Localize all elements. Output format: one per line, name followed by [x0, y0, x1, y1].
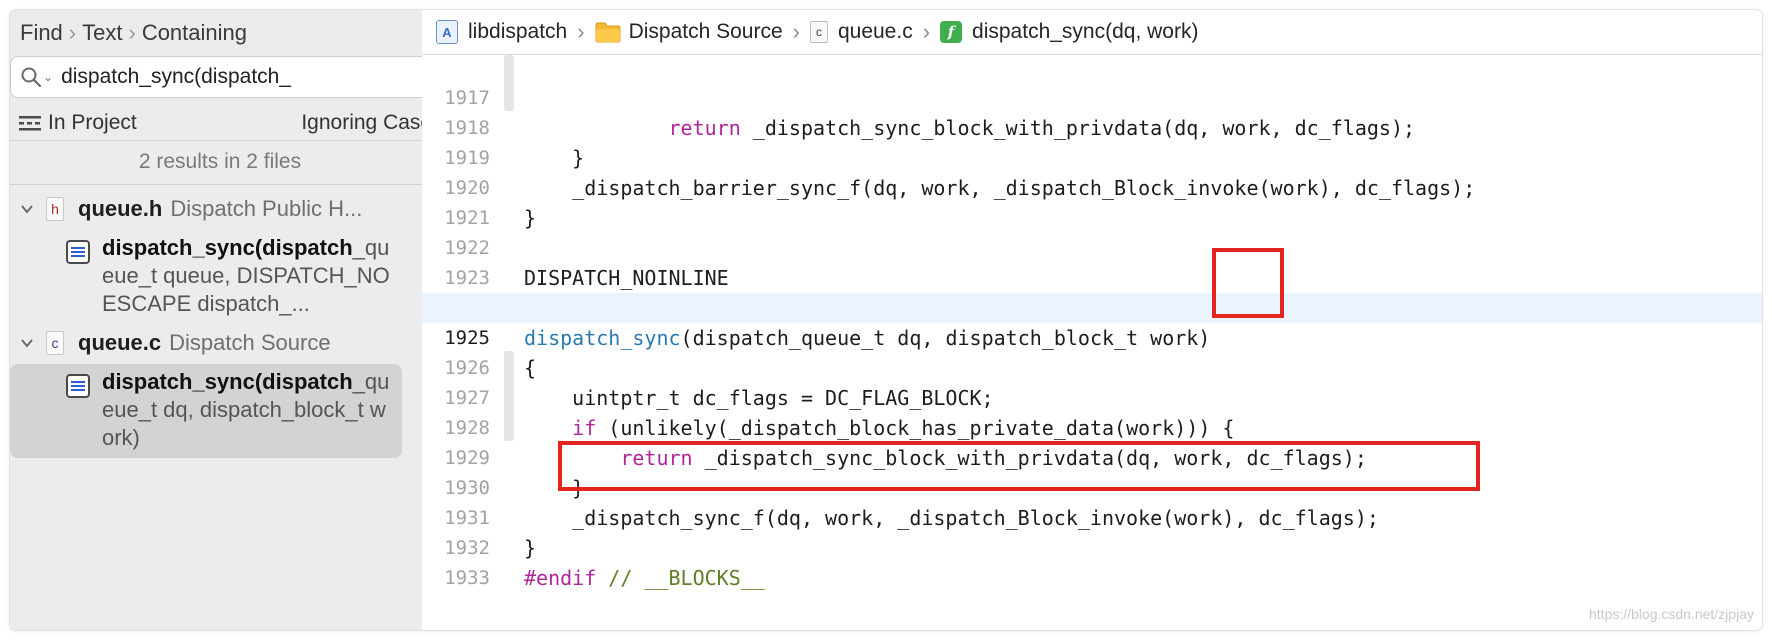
folder-icon [595, 22, 621, 43]
result-match-text: dispatch_sync(dispatch_queue_t dq, dispa… [102, 368, 392, 452]
chevron-right-icon: › [68, 20, 77, 45]
annotation-box-sync-call [558, 441, 1480, 491]
c-file-icon: c [46, 331, 64, 355]
code-line: 1918 } [422, 83, 1762, 170]
result-file-group: Dispatch Source [169, 330, 331, 355]
find-navigator: Find › Text › Containing ⌄ × In Projec [10, 10, 475, 630]
code-text: #endif // __BLOCKS__ [524, 566, 765, 590]
match-highlight: dispatch_sync(dispatch [102, 235, 353, 260]
xcode-window: Find › Text › Containing ⌄ × In Projec [10, 10, 1762, 630]
code-line: 1927 if (unlikely(_dispatch_block_has_pr… [422, 353, 1762, 440]
code-area[interactable]: 1917 return _dispatch_sync_block_with_pr… [422, 55, 1762, 630]
jumpbar-folder[interactable]: Dispatch Source [595, 20, 783, 44]
source-line-icon [66, 240, 90, 264]
result-match-item[interactable]: dispatch_sync(dispatch_queue_t queue, DI… [10, 230, 402, 328]
search-icon[interactable] [19, 65, 43, 89]
chevron-right-icon: › [577, 19, 585, 44]
chevron-right-icon: › [922, 19, 931, 44]
find-mode-text[interactable]: Text [82, 20, 122, 46]
code-line: 1917 return _dispatch_sync_block_with_pr… [422, 55, 1762, 140]
source-editor: A libdispatch › Dispatch Source › c queu… [422, 10, 1762, 630]
code-line: 1920 } [422, 143, 1762, 230]
watermark: https://blog.csdn.net/zjpjay [1589, 606, 1754, 622]
scope-icon [19, 116, 41, 131]
search-input[interactable] [57, 65, 416, 89]
code-line: 1926 uintptr_t dc_flags = DC_FLAG_BLOCK; [422, 323, 1762, 410]
find-mode-find[interactable]: Find [20, 20, 63, 46]
code-line: 1933 [422, 533, 1762, 589]
jumpbar-project[interactable]: A libdispatch [422, 20, 567, 44]
project-name: libdispatch [468, 20, 568, 43]
function-icon: f [940, 21, 963, 43]
jumpbar-function[interactable]: f dispatch_sync(dq, work) [940, 20, 1198, 44]
folder-name: Dispatch Source [628, 20, 783, 43]
file-name: queue.c [837, 20, 913, 43]
code-line: 1928 return _dispatch_sync_block_with_pr… [422, 383, 1762, 470]
find-mode-breadcrumb: Find › Text › Containing [20, 18, 247, 48]
annotation-box-work-param [1212, 248, 1284, 318]
result-file-name: queue.h [78, 196, 163, 221]
header-file-icon: h [46, 197, 64, 221]
function-name: dispatch_sync(dq, work) [972, 20, 1199, 43]
result-file-name: queue.c [78, 330, 162, 355]
code-line: 1929 } [422, 413, 1762, 500]
search-scope-row: In Project Ignoring Case ⌃⌄ [10, 106, 458, 140]
jumpbar-file[interactable]: c queue.c [809, 20, 913, 44]
find-mode-containing[interactable]: Containing [142, 20, 247, 46]
xcode-project-icon: A [436, 20, 458, 44]
jump-bar: A libdispatch › Dispatch Source › c queu… [422, 10, 1762, 55]
code-line: 1919 _dispatch_barrier_sync_f(dq, work, … [422, 113, 1762, 200]
code-line: 1923 void [422, 233, 1762, 320]
code-line: 1932 #endif // __BLOCKS__ [422, 503, 1762, 590]
results-summary: 2 results in 2 files [138, 150, 302, 173]
chevron-right-icon: › [128, 20, 136, 45]
result-file-row[interactable]: h queue.h Dispatch Public H... [10, 192, 362, 226]
disclosure-chevron-down-icon[interactable] [20, 336, 34, 350]
divider [10, 184, 474, 185]
disclosure-chevron-down-icon[interactable] [20, 202, 34, 216]
source-line-icon [66, 374, 90, 398]
result-file-group: Dispatch Public H... [170, 196, 363, 221]
code-line: 1922 DISPATCH_NOINLINE [422, 203, 1762, 290]
find-search-field[interactable]: ⌄ × [10, 56, 458, 98]
line-number: 1933 [444, 567, 490, 589]
code-line: 1924 dispatch_sync(dispatch_queue_t dq, … [422, 263, 1762, 350]
case-sensitivity-label: Ignoring Case [301, 111, 433, 134]
search-options-chevron-icon[interactable]: ⌄ [43, 70, 53, 84]
match-highlight: dispatch_sync(dispatch [102, 369, 353, 394]
code-line: 1921 [422, 173, 1762, 229]
result-match-item-selected[interactable]: dispatch_sync(dispatch_queue_t dq, dispa… [10, 364, 402, 458]
search-scope[interactable]: In Project [48, 111, 137, 135]
c-file-icon: c [809, 21, 828, 43]
code-line-current: 1925 { [422, 293, 1762, 380]
result-match-text: dispatch_sync(dispatch_queue_t queue, DI… [102, 234, 392, 318]
result-file-row[interactable]: c queue.c Dispatch Source [10, 326, 331, 360]
chevron-right-icon: › [792, 19, 800, 44]
